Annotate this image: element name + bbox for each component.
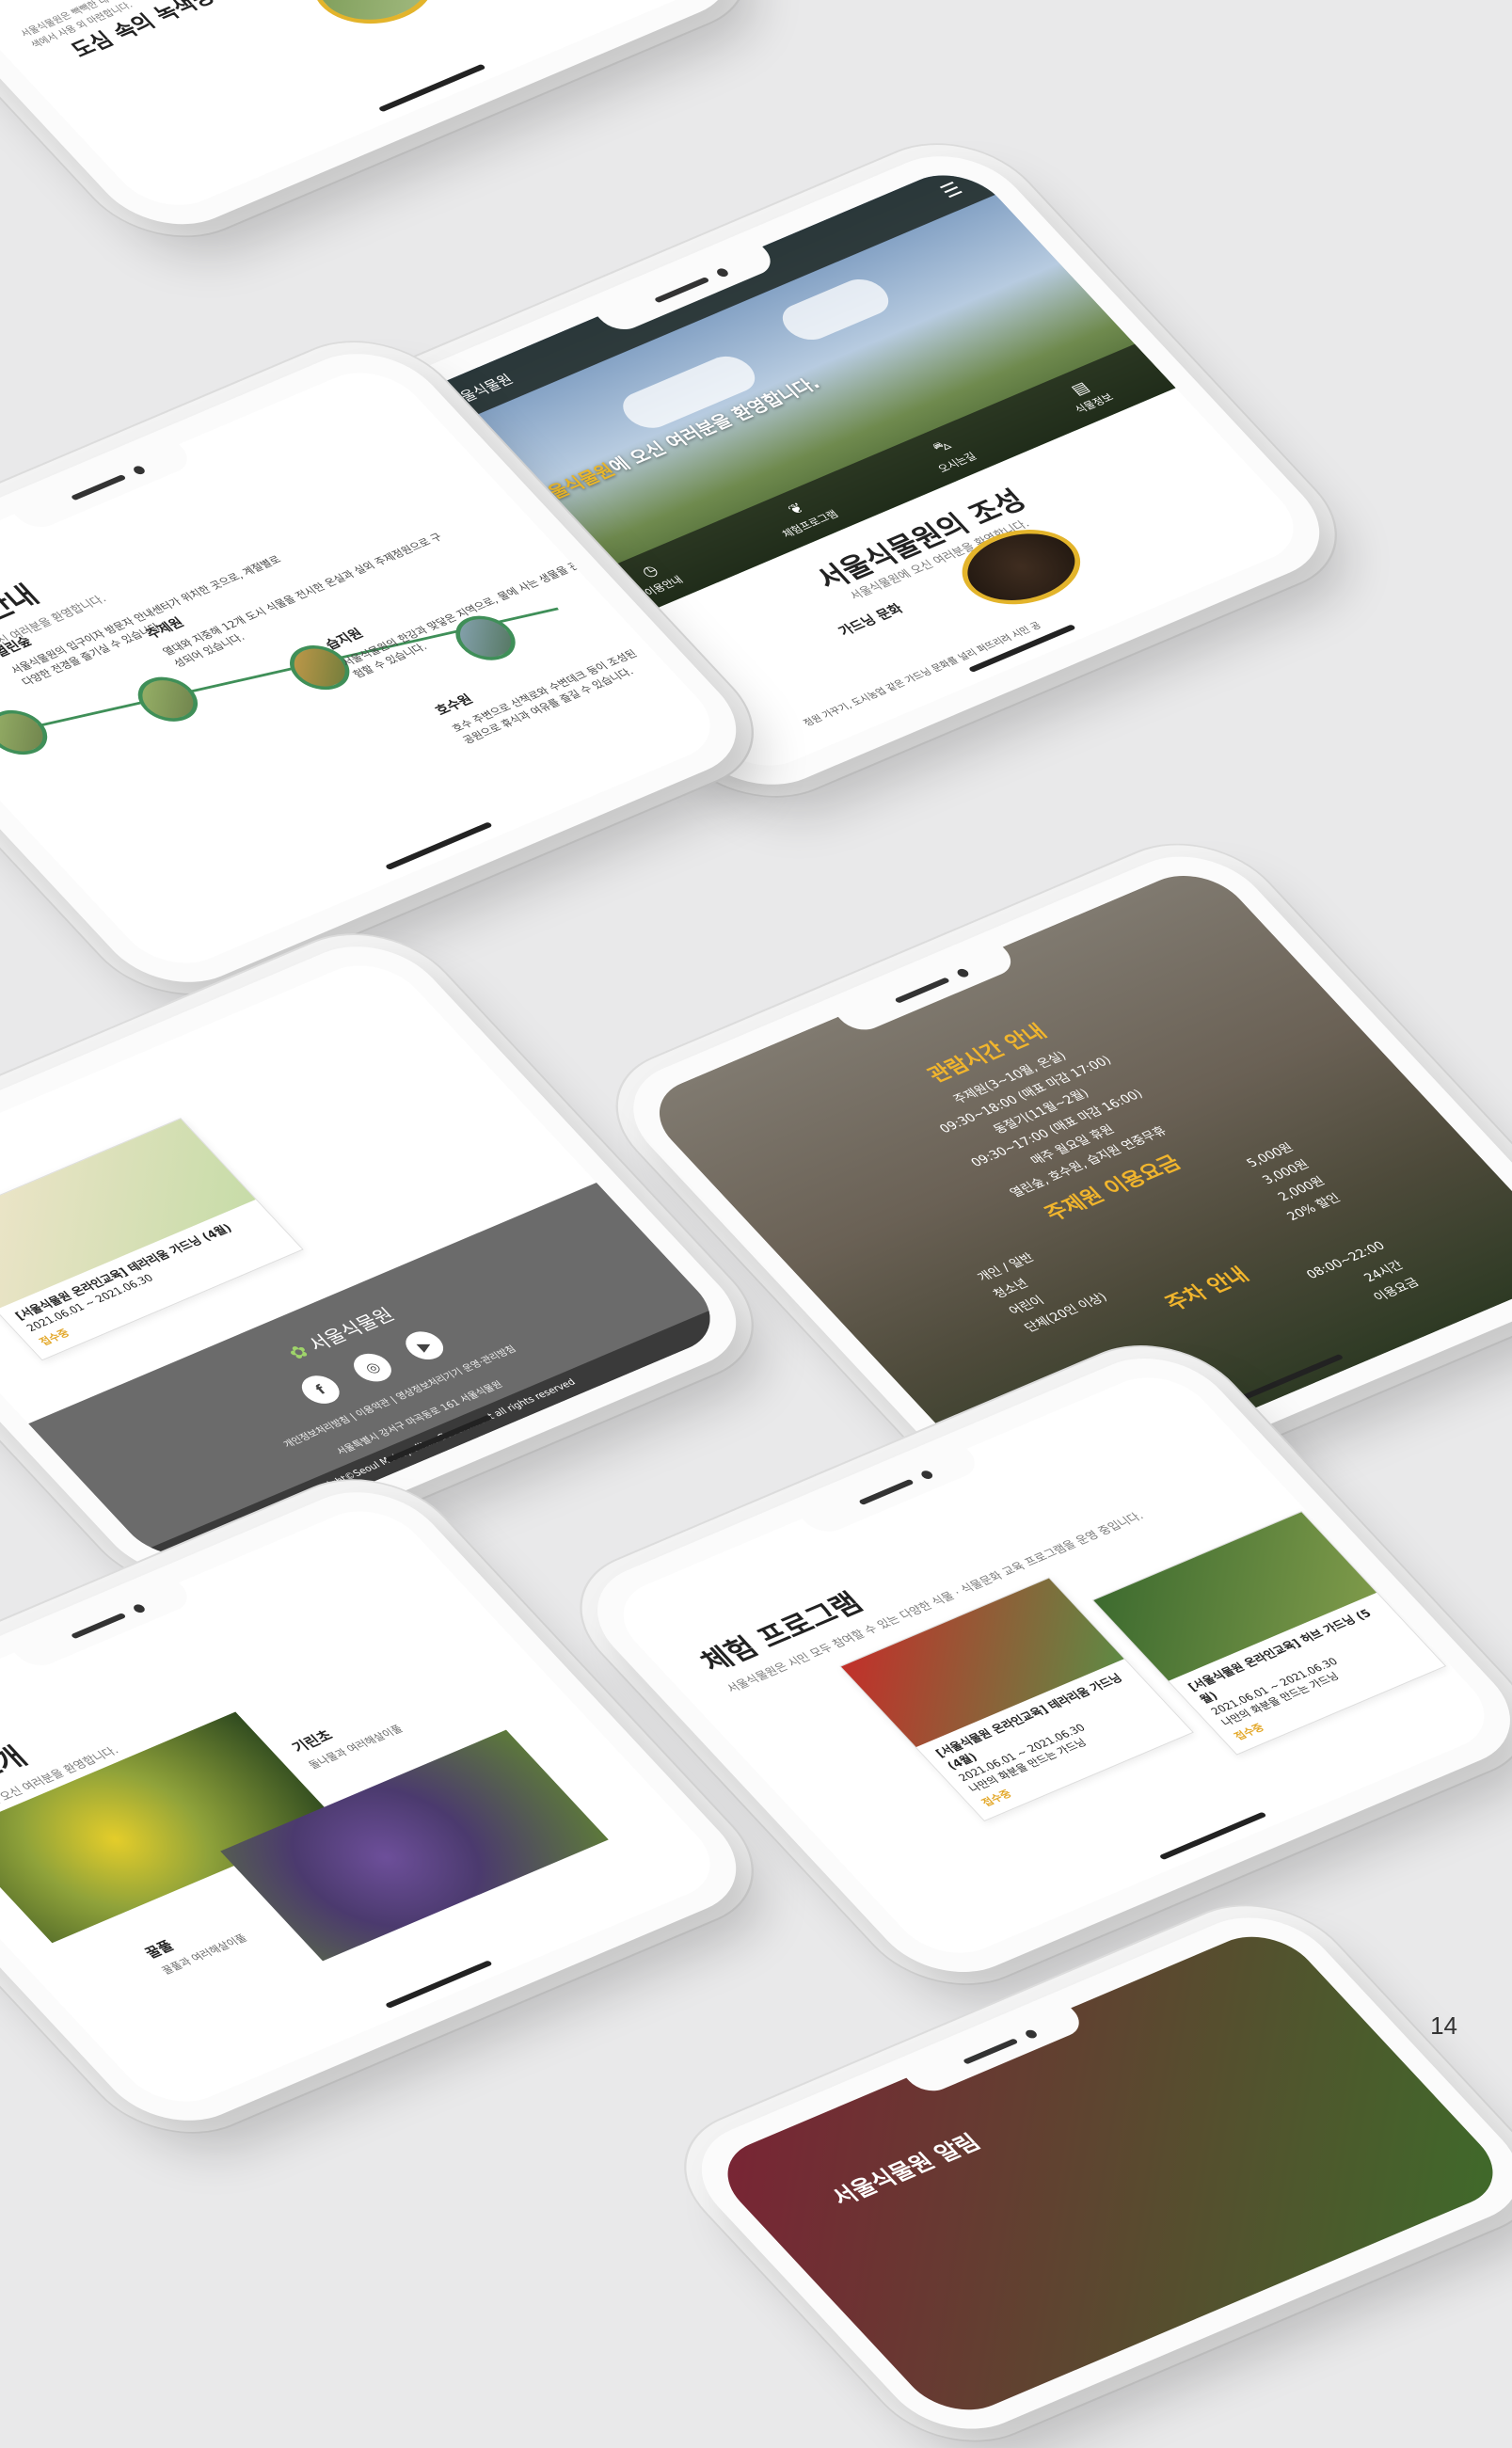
quick-menu-info[interactable]: ◷ 이용안내 (626, 557, 687, 599)
intro-circle-bottom (291, 0, 457, 40)
hero-logo[interactable]: 서울식물원 (443, 370, 517, 410)
timeline-dot-1[interactable] (0, 702, 59, 763)
phone-bottom-screen: 서울식물원 알림 (704, 1922, 1512, 2424)
timeline-dot-2[interactable] (125, 669, 210, 729)
hamburger-menu-icon[interactable]: ☰ (935, 178, 967, 202)
youtube-icon[interactable]: ▶ (398, 1327, 452, 1365)
facebook-icon[interactable]: f (294, 1371, 347, 1408)
instagram-icon[interactable]: ◎ (345, 1348, 399, 1387)
quick-menu-directions[interactable]: ⛍ 오시는길 (917, 432, 979, 476)
phone-footer-screen: [서울식물원 온라인교육] 테라리움 가드닝 (4월) 2021.06.01 ~… (0, 951, 734, 1570)
quick-menu-plants[interactable]: ▤ 식물정보 (1056, 374, 1117, 416)
page-number: 14 (1430, 2011, 1457, 2040)
cloud (772, 273, 899, 346)
phone-intro: 도심 속의 녹색명소 서울식물원은 빽빽한 내리보는 지속가능하게 한한 매일 … (0, 0, 761, 245)
quick-menu-program[interactable]: ❦ 체험프로그램 (763, 491, 841, 541)
phone-program-screen: 체험 프로그램 서울식물원은 시민 모두 참여할 수 있는 다양한 식물 · 식… (600, 1362, 1507, 1968)
phone-intro-screen: 도심 속의 녹색명소 서울식물원은 빽빽한 내리보는 지속가능하게 한한 매일 … (0, 0, 726, 220)
program-card[interactable]: [서울식물원 온라인교육] 테라리움 가드닝 (4월) 2021.06.01 ~… (0, 1118, 304, 1360)
bottom-title: 서울식물원 알림 (825, 2129, 986, 2211)
hero-headline-highlight: 서울식물원 (529, 460, 620, 509)
phone-footer: [서울식물원 온라인교육] 테라리움 가드닝 (4월) 2021.06.01 ~… (0, 927, 768, 1595)
phone-bottom: 서울식물원 알림 (670, 1898, 1512, 2448)
